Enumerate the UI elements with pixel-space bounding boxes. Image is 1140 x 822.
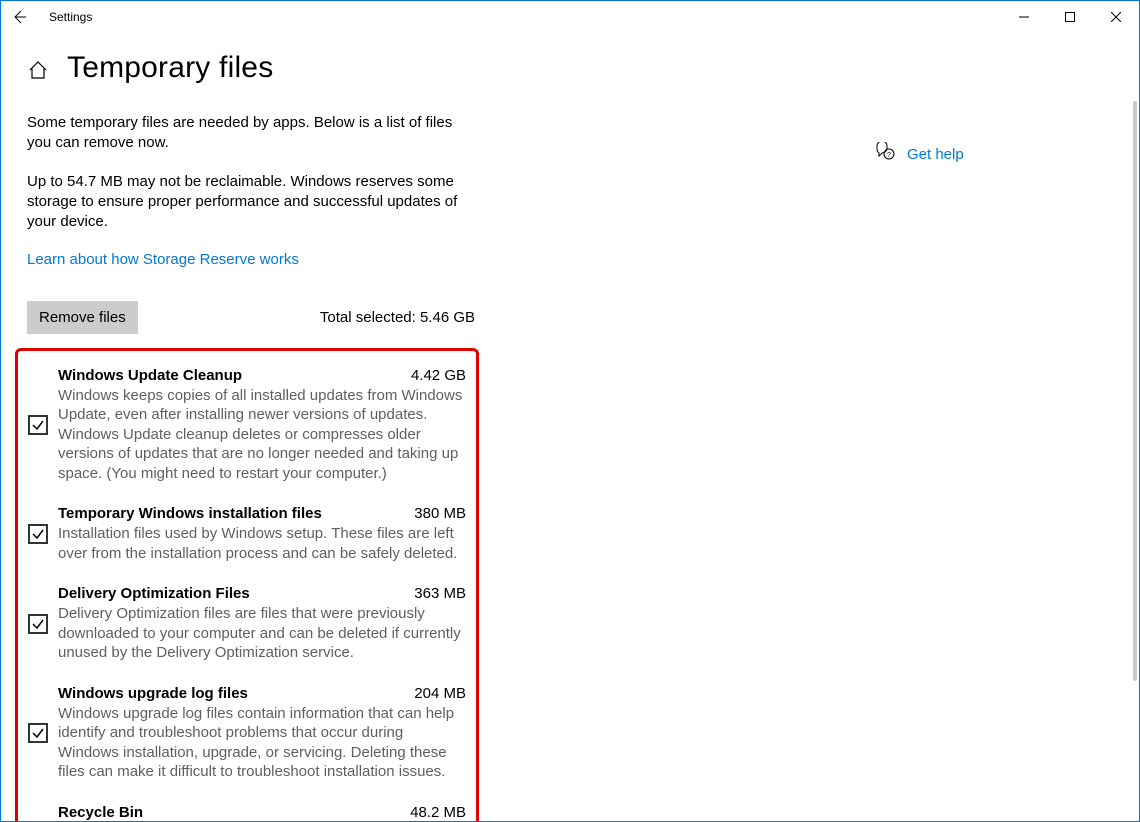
list-item[interactable]: Windows upgrade log files 204 MB Windows … bbox=[28, 677, 466, 796]
item-size: 363 MB bbox=[414, 585, 466, 602]
chat-icon: ? bbox=[875, 142, 895, 166]
item-title: Delivery Optimization Files bbox=[58, 585, 250, 602]
total-selected: Total selected: 5.46 GB bbox=[320, 309, 475, 326]
item-description: Delivery Optimization files are files th… bbox=[58, 604, 466, 663]
storage-reserve-link[interactable]: Learn about how Storage Reserve works bbox=[27, 251, 299, 268]
close-button[interactable] bbox=[1093, 1, 1139, 33]
checkbox[interactable] bbox=[28, 723, 48, 743]
list-item[interactable]: Temporary Windows installation files 380 … bbox=[28, 497, 466, 577]
list-item[interactable]: Recycle Bin48.2 MB The Recycle Bin conta… bbox=[28, 796, 466, 822]
item-description: Installation files used by Windows setup… bbox=[58, 524, 466, 563]
home-icon[interactable] bbox=[27, 59, 49, 81]
get-help-label: Get help bbox=[907, 146, 964, 163]
maximize-button[interactable] bbox=[1047, 1, 1093, 33]
item-title: Windows upgrade log files bbox=[58, 685, 248, 702]
list-item[interactable]: Delivery Optimization Files 363 MB Delive… bbox=[28, 577, 466, 677]
item-size: 48.2 MB bbox=[410, 804, 466, 821]
get-help-link[interactable]: ? Get help bbox=[875, 142, 1139, 166]
item-size: 204 MB bbox=[414, 685, 466, 702]
temp-files-list: Windows Update Cleanup 4.42 GB Windows ke… bbox=[15, 348, 479, 822]
minimize-button[interactable] bbox=[1001, 1, 1047, 33]
item-description: Windows upgrade log files contain inform… bbox=[58, 704, 466, 782]
titlebar: Settings bbox=[1, 1, 1139, 33]
checkbox[interactable] bbox=[28, 614, 48, 634]
item-description: Windows keeps copies of all installed up… bbox=[58, 386, 466, 484]
checkbox[interactable] bbox=[28, 524, 48, 544]
remove-files-button[interactable]: Remove files bbox=[27, 301, 138, 334]
item-title: Temporary Windows installation files bbox=[58, 505, 322, 522]
side-panel: ? Get help bbox=[861, 33, 1139, 821]
list-item[interactable]: Windows Update Cleanup 4.42 GB Windows ke… bbox=[28, 359, 466, 498]
window-title: Settings bbox=[49, 10, 92, 24]
window-controls bbox=[1001, 1, 1139, 33]
item-size: 380 MB bbox=[414, 505, 466, 522]
svg-text:?: ? bbox=[887, 152, 891, 159]
intro-paragraph-2: Up to 54.7 MB may not be reclaimable. Wi… bbox=[27, 172, 475, 233]
intro-text: Some temporary files are needed by apps.… bbox=[27, 113, 475, 271]
intro-paragraph-1: Some temporary files are needed by apps.… bbox=[27, 113, 475, 154]
checkbox[interactable] bbox=[28, 415, 48, 435]
back-button[interactable] bbox=[7, 5, 31, 29]
item-title: Windows Update Cleanup bbox=[58, 367, 242, 384]
item-title: Recycle Bin bbox=[58, 804, 143, 821]
item-size: 4.42 GB bbox=[411, 367, 466, 384]
settings-window: Settings Temporary files Some temporary … bbox=[0, 0, 1140, 822]
scrollbar[interactable] bbox=[1133, 101, 1137, 681]
main-panel: Temporary files Some temporary files are… bbox=[1, 33, 861, 821]
page-title: Temporary files bbox=[67, 51, 273, 85]
